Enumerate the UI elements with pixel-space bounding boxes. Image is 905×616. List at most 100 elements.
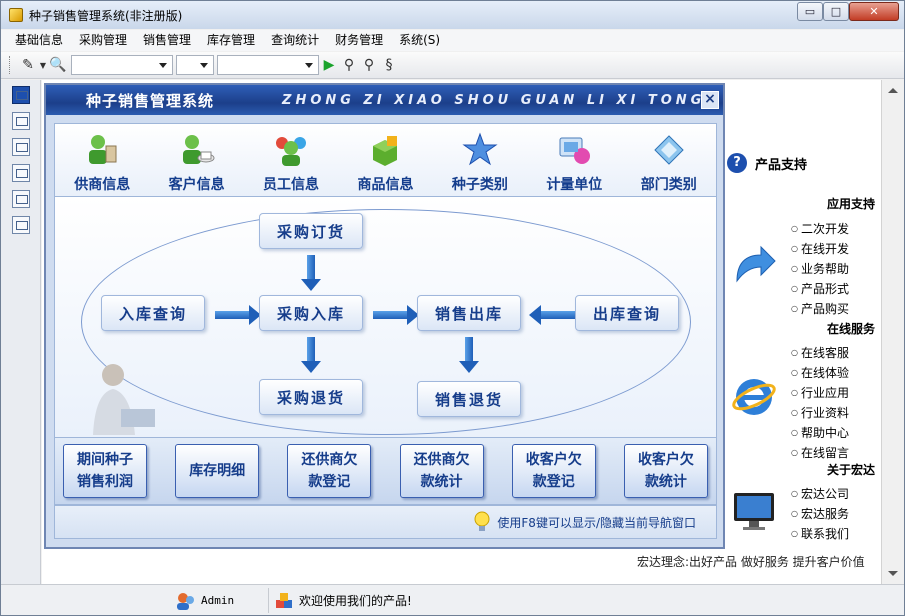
edit-pencil-icon[interactable]: ✎ — [18, 55, 38, 75]
support-link[interactable]: 行业资料 — [791, 404, 849, 424]
toolbar-grip — [9, 56, 12, 74]
support-link[interactable]: 在线体验 — [791, 364, 849, 384]
department-item[interactable]: 部门类别 — [628, 132, 710, 194]
menu-system[interactable]: 系统(S) — [391, 30, 448, 51]
product-info-label: 商品信息 — [357, 177, 414, 193]
supplier-debt-stats-button[interactable]: 还供商欠 款统计 — [399, 444, 484, 498]
star-icon — [462, 132, 498, 168]
preview-search-icon[interactable]: 🔍 — [48, 55, 68, 75]
document-icon[interactable] — [12, 164, 30, 182]
nav-window-icon[interactable] — [12, 86, 30, 104]
support-heading-about: 关于宏达 — [826, 463, 875, 477]
unit-item[interactable]: 计量单位 — [533, 132, 615, 194]
support-list-apps: 二次开发 在线开发 业务帮助 产品形式 产品购买 — [791, 220, 849, 320]
status-message: 欢迎使用我们的产品! — [271, 588, 901, 613]
customer-debt-stats-button[interactable]: 收客户欠 款统计 — [623, 444, 708, 498]
support-link[interactable]: 宏达公司 — [791, 485, 849, 505]
list-icon[interactable] — [12, 138, 30, 156]
nav-header: 种子销售管理系统 ZHONG ZI XIAO SHOU GUAN LI XI T… — [46, 85, 723, 115]
hint-bar: 使用F8键可以显示/隐藏当前导航窗口 — [54, 505, 717, 539]
stock-in-query-button[interactable]: 入库查询 — [101, 295, 205, 331]
stock-out-query-button[interactable]: 出库查询 — [575, 295, 679, 331]
find-record-icon[interactable]: ⚲ — [359, 55, 379, 75]
support-list-about: 宏达公司 宏达服务 联系我们 — [791, 485, 849, 545]
menu-basic-info[interactable]: 基础信息 — [7, 30, 71, 51]
support-link[interactable]: 产品购买 — [791, 300, 849, 320]
toolbar: ✎ ▼ 🔍 ▶ ⚲ ⚲ § — [1, 52, 904, 79]
inventory-detail-button[interactable]: 库存明细 — [175, 444, 260, 498]
unit-icon — [556, 132, 592, 168]
left-toolstrip — [1, 80, 41, 584]
hint-text: 使用F8键可以显示/隐藏当前导航窗口 — [497, 515, 696, 530]
toolbar-combo-3[interactable] — [217, 55, 319, 75]
supplier-icon — [84, 132, 120, 168]
menu-finance[interactable]: 财务管理 — [327, 30, 391, 51]
basic-info-icon-row: 供商信息 客户信息 员工信息 商品信息 种子类别 计量单位 部门类别 — [54, 123, 717, 197]
customer-info-item[interactable]: 客户信息 — [156, 132, 238, 194]
vertical-scrollbar[interactable] — [881, 80, 903, 584]
right-arrow-icon — [215, 305, 261, 325]
nav-close-button[interactable]: × — [701, 91, 719, 109]
support-list-online: 在线客服 在线体验 行业应用 行业资料 帮助中心 在线留言 — [791, 344, 849, 464]
nav-title: 种子销售管理系统 — [86, 91, 215, 110]
supplier-info-item[interactable]: 供商信息 — [61, 132, 143, 194]
menu-inventory[interactable]: 库存管理 — [199, 30, 263, 51]
status-user-name: Admin — [201, 594, 235, 607]
toolbar-combo-2[interactable] — [176, 55, 214, 75]
refresh-icon[interactable]: § — [379, 55, 399, 75]
seed-category-label: 种子类别 — [451, 177, 508, 193]
monitor-icon — [734, 493, 774, 530]
company-motto: 宏达理念:出好产品 做好服务 提升客户价值 — [637, 555, 865, 569]
employee-info-item[interactable]: 员工信息 — [250, 132, 332, 194]
close-button[interactable]: ✕ — [849, 2, 899, 21]
sales-return-button[interactable]: 销售退货 — [417, 381, 521, 417]
unit-label: 计量单位 — [546, 177, 603, 193]
status-welcome-text: 欢迎使用我们的产品! — [299, 594, 412, 608]
menu-purchase[interactable]: 采购管理 — [71, 30, 135, 51]
period-seed-profit-button[interactable]: 期间种子 销售利润 — [63, 444, 147, 498]
customer-debt-register-button[interactable]: 收客户欠 款登记 — [511, 444, 596, 498]
maximize-icon: □ — [830, 5, 842, 18]
support-link[interactable]: 产品形式 — [791, 280, 849, 300]
find-user-icon[interactable]: ⚲ — [339, 55, 359, 75]
support-link[interactable]: 帮助中心 — [791, 424, 849, 444]
title-bar: 种子销售管理系统(非注册版) ▭ □ ✕ — [1, 1, 904, 29]
support-link[interactable]: 业务帮助 — [791, 260, 849, 280]
app-window: 种子销售管理系统(非注册版) ▭ □ ✕ 基础信息 采购管理 销售管理 库存管理… — [0, 0, 905, 616]
customer-icon — [179, 132, 215, 168]
purchase-in-button[interactable]: 采购入库 — [259, 295, 363, 331]
support-link[interactable]: 二次开发 — [791, 220, 849, 240]
support-link[interactable]: 在线开发 — [791, 240, 849, 260]
seed-category-item[interactable]: 种子类别 — [439, 132, 521, 194]
chart-icon[interactable] — [12, 190, 30, 208]
support-link[interactable]: 联系我们 — [791, 525, 849, 545]
supplier-debt-register-button[interactable]: 还供商欠 款登记 — [287, 444, 372, 498]
right-arrow-icon — [373, 305, 419, 325]
dropdown-arrow-icon[interactable]: ▼ — [38, 55, 48, 75]
lightbulb-icon — [474, 511, 490, 531]
product-info-item[interactable]: 商品信息 — [344, 132, 426, 194]
menu-bar: 基础信息 采购管理 销售管理 库存管理 查询统计 财务管理 系统(S) — [1, 30, 904, 51]
support-link[interactable]: 行业应用 — [791, 384, 849, 404]
help-icon: ? — [727, 153, 747, 173]
support-link[interactable]: 在线客服 — [791, 344, 849, 364]
welcome-cubes-icon — [276, 592, 292, 608]
tree-icon[interactable] — [12, 112, 30, 130]
minimize-button[interactable]: ▭ — [797, 2, 823, 21]
run-play-icon[interactable]: ▶ — [319, 55, 339, 75]
toolbar-combo-1[interactable] — [71, 55, 173, 75]
report-icon[interactable] — [12, 216, 30, 234]
purchase-order-button[interactable]: 采购订货 — [259, 213, 363, 249]
status-bar: Admin 欢迎使用我们的产品! — [1, 584, 904, 615]
menu-sales[interactable]: 销售管理 — [135, 30, 199, 51]
app-icon — [9, 8, 23, 22]
purchase-return-button[interactable]: 采购退货 — [259, 379, 363, 415]
scroll-up-icon[interactable] — [888, 88, 898, 93]
scroll-down-icon[interactable] — [888, 571, 898, 576]
sales-out-button[interactable]: 销售出库 — [417, 295, 521, 331]
nav-subtitle: ZHONG ZI XIAO SHOU GUAN LI XI TONG — [282, 92, 706, 108]
maximize-button[interactable]: □ — [823, 2, 849, 21]
support-link[interactable]: 宏达服务 — [791, 505, 849, 525]
menu-query-stats[interactable]: 查询统计 — [263, 30, 327, 51]
minimize-icon: ▭ — [804, 5, 816, 18]
